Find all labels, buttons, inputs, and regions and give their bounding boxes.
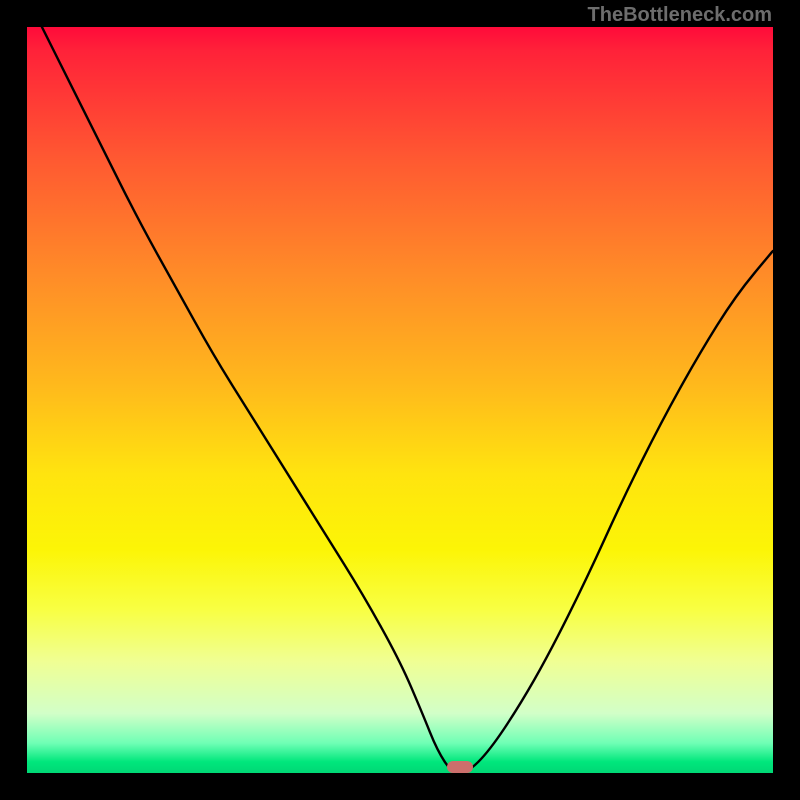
attribution-text: TheBottleneck.com bbox=[588, 4, 772, 27]
chart-container: TheBottleneck.com bbox=[0, 0, 800, 800]
plot-area bbox=[27, 27, 773, 773]
optimum-marker bbox=[447, 761, 473, 773]
curve-path bbox=[42, 27, 773, 773]
bottleneck-curve bbox=[27, 27, 773, 773]
